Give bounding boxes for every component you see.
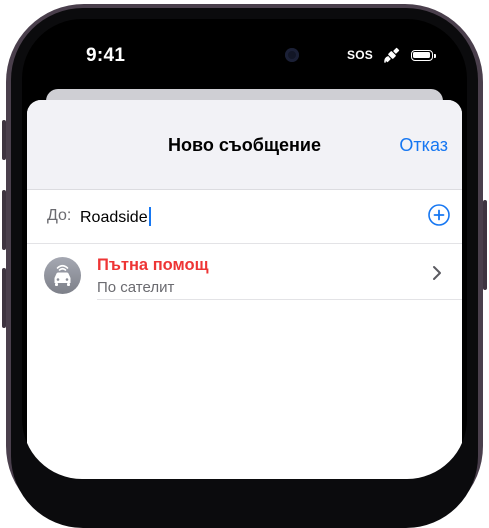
chevron-right-icon [433, 266, 441, 280]
to-label: До: [47, 207, 72, 224]
list-item[interactable]: Пътна помощ По сателит [27, 244, 462, 300]
sos-indicator: SOS [347, 48, 373, 62]
sheet-header: Ново съобщение Отказ [27, 100, 462, 190]
divider [97, 299, 462, 300]
avatar [44, 257, 81, 294]
page-title: Ново съобщение [168, 135, 321, 155]
roadside-car-icon [54, 264, 71, 286]
volume-button [2, 190, 6, 250]
battery-icon [410, 49, 436, 61]
dynamic-island [177, 35, 317, 75]
status-indicators: SOS [347, 45, 436, 65]
phone-screen: 9:41 SOS Ново съобщение Отказ До: Roadsi… [22, 19, 467, 479]
result-subtitle: По сателит [97, 279, 175, 296]
text-caret [148, 207, 151, 226]
result-name: Пътна помощ [97, 256, 209, 274]
status-time: 9:41 [86, 45, 126, 66]
new-message-sheet: Ново съобщение Отказ До: Roadside Пътна … [27, 100, 462, 479]
camera-icon [285, 48, 299, 62]
recipient-input-text: Roadside [80, 209, 148, 226]
volume-button [2, 268, 6, 328]
side-button [2, 120, 6, 160]
cancel-button[interactable]: Отказ [399, 135, 448, 156]
add-contact-icon[interactable] [428, 204, 450, 226]
satellite-icon [384, 47, 400, 63]
recipient-input[interactable]: Roadside [80, 207, 151, 227]
power-button [483, 200, 487, 290]
recipient-field[interactable]: До: Roadside [27, 190, 462, 244]
